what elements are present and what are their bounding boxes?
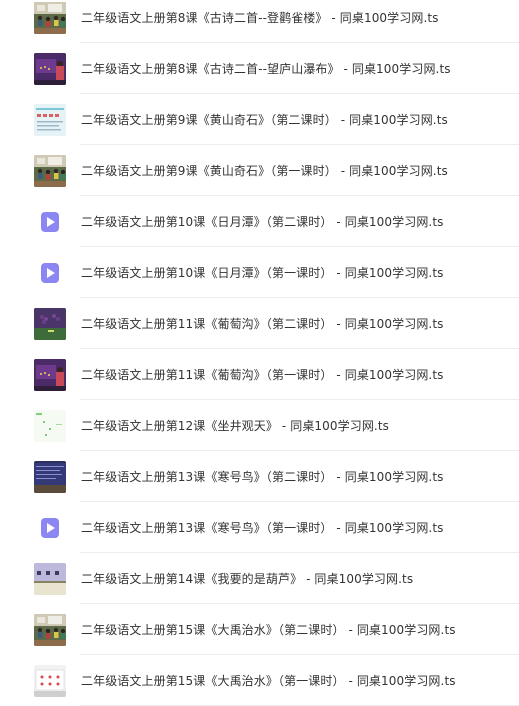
video-file-icon [34, 256, 66, 289]
file-name: 二年级语文上册第15课《大禹治水》（第一课时） - 同桌100学习网.ts [81, 673, 456, 688]
file-name: 二年级语文上册第8课《古诗二首--望庐山瀑布》 - 同桌100学习网.ts [81, 61, 451, 76]
file-row[interactable]: 二年级语文上册第11课《葡萄沟》（第二课时） - 同桌100学习网.ts [0, 298, 519, 349]
file-row[interactable]: 二年级语文上册第15课《大禹治水》（第一课时） - 同桌100学习网.ts [0, 655, 519, 706]
file-row[interactable]: 二年级语文上册第8课《古诗二首--望庐山瀑布》 - 同桌100学习网.ts [0, 43, 519, 94]
video-file-icon [34, 511, 66, 544]
file-name: 二年级语文上册第10课《日月潭》（第一课时） - 同桌100学习网.ts [81, 265, 444, 280]
video-thumbnail [34, 562, 66, 595]
video-thumbnail [34, 460, 66, 493]
file-name: 二年级语文上册第13课《寒号鸟》（第二课时） - 同桌100学习网.ts [81, 469, 444, 484]
file-row[interactable]: 二年级语文上册第11课《葡萄沟》（第一课时） - 同桌100学习网.ts [0, 349, 519, 400]
file-row[interactable]: 二年级语文上册第8课《古诗二首--登鹳雀楼》 - 同桌100学习网.ts [0, 0, 519, 43]
file-row[interactable]: 二年级语文上册第9课《黄山奇石》（第一课时） - 同桌100学习网.ts [0, 145, 519, 196]
file-name: 二年级语文上册第9课《黄山奇石》（第一课时） - 同桌100学习网.ts [81, 163, 448, 178]
video-thumbnail [34, 154, 66, 187]
video-thumbnail [34, 307, 66, 340]
file-name: 二年级语文上册第11课《葡萄沟》（第二课时） - 同桌100学习网.ts [81, 316, 444, 331]
file-name: 二年级语文上册第8课《古诗二首--登鹳雀楼》 - 同桌100学习网.ts [81, 10, 439, 25]
video-thumbnail [34, 1, 66, 34]
file-row[interactable]: 二年级语文上册第13课《寒号鸟》（第一课时） - 同桌100学习网.ts [0, 502, 519, 553]
video-file-icon [34, 205, 66, 238]
file-row[interactable]: 二年级语文上册第10课《日月潭》（第二课时） - 同桌100学习网.ts [0, 196, 519, 247]
file-name: 二年级语文上册第13课《寒号鸟》（第一课时） - 同桌100学习网.ts [81, 520, 444, 535]
video-thumbnail [34, 52, 66, 85]
video-thumbnail [34, 358, 66, 391]
file-name: 二年级语文上册第15课《大禹治水》（第二课时） - 同桌100学习网.ts [81, 622, 456, 637]
file-name: 二年级语文上册第14课《我要的是葫芦》 - 同桌100学习网.ts [81, 571, 414, 586]
video-thumbnail [34, 613, 66, 646]
file-row[interactable]: 二年级语文上册第15课《大禹治水》（第二课时） - 同桌100学习网.ts [0, 604, 519, 655]
file-name: 二年级语文上册第11课《葡萄沟》（第一课时） - 同桌100学习网.ts [81, 367, 444, 382]
file-name: 二年级语文上册第12课《坐井观天》 - 同桌100学习网.ts [81, 418, 390, 433]
file-row[interactable]: 二年级语文上册第10课《日月潭》（第一课时） - 同桌100学习网.ts [0, 247, 519, 298]
video-thumbnail [34, 103, 66, 136]
file-row[interactable]: 二年级语文上册第9课《黄山奇石》（第二课时） - 同桌100学习网.ts [0, 94, 519, 145]
file-row[interactable]: 二年级语文上册第14课《我要的是葫芦》 - 同桌100学习网.ts [0, 553, 519, 604]
file-name: 二年级语文上册第9课《黄山奇石》（第二课时） - 同桌100学习网.ts [81, 112, 448, 127]
file-row[interactable]: 二年级语文上册第12课《坐井观天》 - 同桌100学习网.ts [0, 400, 519, 451]
video-thumbnail [34, 409, 66, 442]
file-list: 二年级语文上册第8课《古诗二首--登鹳雀楼》 - 同桌100学习网.ts 二年级… [0, 0, 519, 706]
file-row[interactable]: 二年级语文上册第13课《寒号鸟》（第二课时） - 同桌100学习网.ts [0, 451, 519, 502]
file-name: 二年级语文上册第10课《日月潭》（第二课时） - 同桌100学习网.ts [81, 214, 444, 229]
video-thumbnail [34, 664, 66, 697]
